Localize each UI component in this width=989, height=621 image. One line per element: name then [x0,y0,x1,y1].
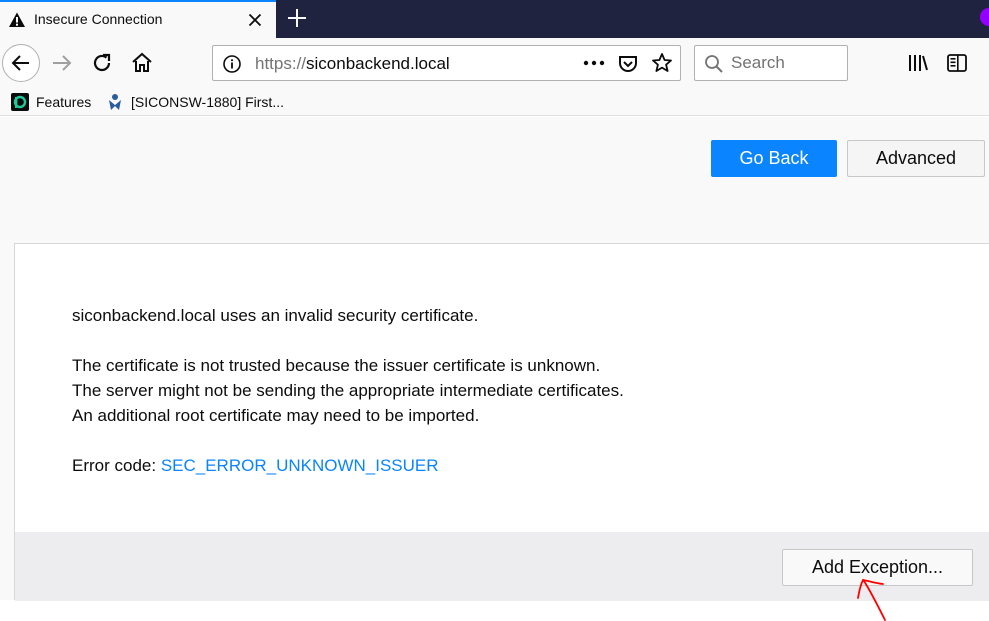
page-actions-icon[interactable] [581,52,607,74]
tab-title: Insecure Connection [34,11,163,27]
tab-strip: Insecure Connection [0,0,989,38]
info-icon[interactable] [222,54,242,74]
advanced-button[interactable]: Advanced [847,140,985,177]
jira-favicon-icon [109,94,121,110]
error-summary: siconbackend.local uses an invalid secur… [72,306,479,325]
bookmark-label: Features [36,94,92,110]
advanced-panel: siconbackend.local uses an invalid secur… [14,243,989,601]
pocket-icon[interactable] [617,53,639,75]
error-page: Go Back Advanced siconbackend.local uses… [0,117,989,601]
error-code-link[interactable]: SEC_ERROR_UNKNOWN_ISSUER [161,456,439,475]
new-tab-plus-icon[interactable] [285,6,309,30]
url-host: siconbackend.local [306,54,450,73]
navigation-toolbar: https://siconbackend.local [0,38,989,88]
sidebar-icon[interactable] [946,53,968,73]
close-icon[interactable] [246,11,264,29]
error-code-label: Error code: [72,456,161,475]
error-code-row: Error code: SEC_ERROR_UNKNOWN_ISSUER [72,453,624,478]
bookmark-features[interactable]: Features [11,92,91,112]
address-bar[interactable]: https://siconbackend.local [212,45,681,81]
url-text[interactable]: https://siconbackend.local [255,54,450,74]
url-scheme: https:// [255,54,307,73]
back-button[interactable] [2,44,40,82]
error-reason-line: An additional root certificate may need … [72,406,480,425]
search-input[interactable] [731,47,843,79]
forward-arrow-icon[interactable] [50,51,74,75]
error-reason-line: The server might not be sending the appr… [72,381,624,400]
warning-icon [9,12,25,27]
panel-footer: Add Exception... [15,532,989,601]
bookmarks-toolbar: Features [SICONSW-1880] First... [0,88,989,116]
tab-insecure-connection[interactable]: Insecure Connection [0,0,276,38]
library-icon[interactable] [906,52,930,74]
arrow-left-icon [11,55,29,71]
error-details: siconbackend.local uses an invalid secur… [72,303,624,478]
profile-avatar[interactable] [980,8,989,26]
search-bar[interactable] [694,45,848,81]
search-icon [705,55,723,73]
home-icon[interactable] [130,51,154,75]
error-reason-line: The certificate is not trusted because t… [72,356,601,375]
annotation-arrow-icon [857,579,886,621]
bookmark-star-icon[interactable] [651,52,673,74]
go-back-button[interactable]: Go Back [711,140,837,177]
bookmark-siconsw-1880[interactable]: [SICONSW-1880] First... [106,92,284,112]
bookmark-label: [SICONSW-1880] First... [131,94,284,110]
reload-icon[interactable] [90,51,114,75]
features-favicon-icon [11,93,29,111]
